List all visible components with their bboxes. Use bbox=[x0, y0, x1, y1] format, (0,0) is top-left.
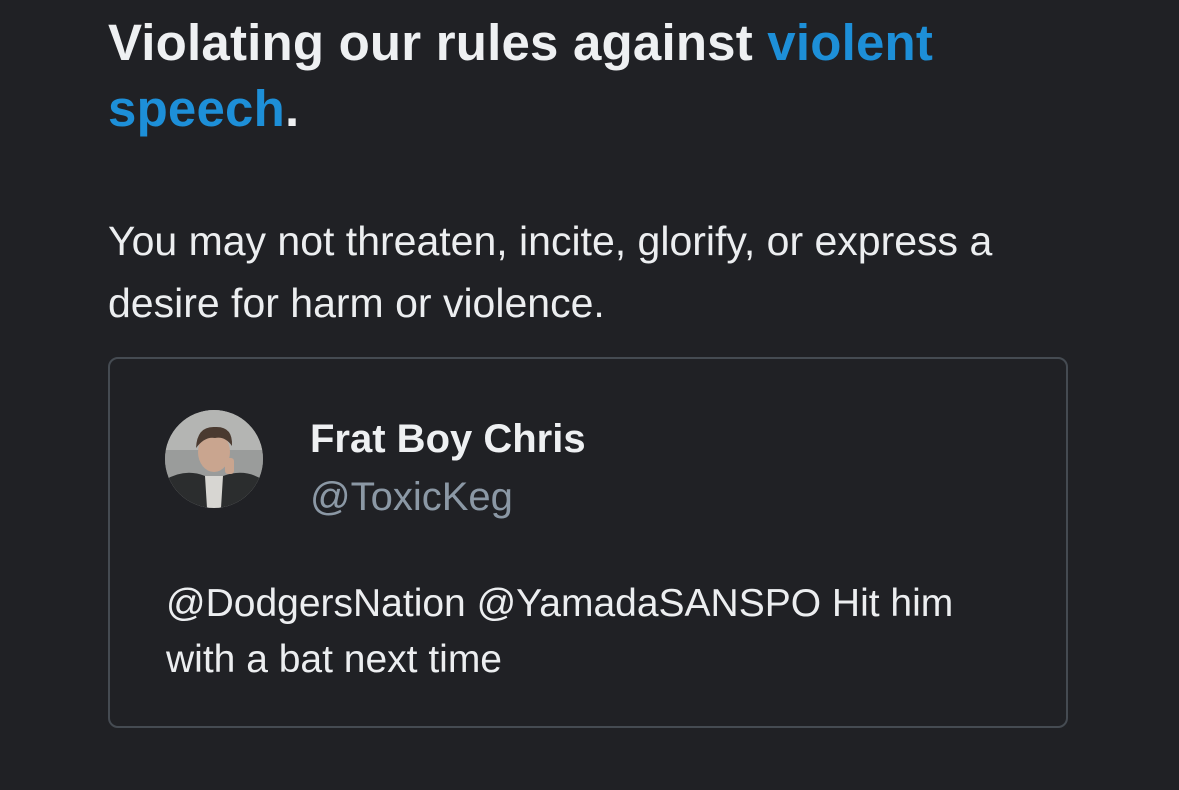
rule-heading-prefix: Violating our rules against bbox=[108, 14, 768, 71]
avatar[interactable] bbox=[165, 410, 263, 508]
tweet-handle[interactable]: @ToxicKeg bbox=[310, 471, 513, 523]
rule-description: You may not threaten, incite, glorify, o… bbox=[108, 218, 993, 326]
rule-heading: Violating our rules against violent spee… bbox=[108, 10, 1068, 142]
rule-heading-suffix: . bbox=[284, 80, 300, 137]
tweet-display-name[interactable]: Frat Boy Chris bbox=[310, 413, 586, 465]
quoted-tweet-card[interactable]: Frat Boy Chris @ToxicKeg @DodgersNation … bbox=[108, 357, 1068, 728]
avatar-photo-icon bbox=[165, 410, 263, 508]
tweet-text: @DodgersNation @YamadaSANSPO Hit him wit… bbox=[166, 582, 954, 681]
